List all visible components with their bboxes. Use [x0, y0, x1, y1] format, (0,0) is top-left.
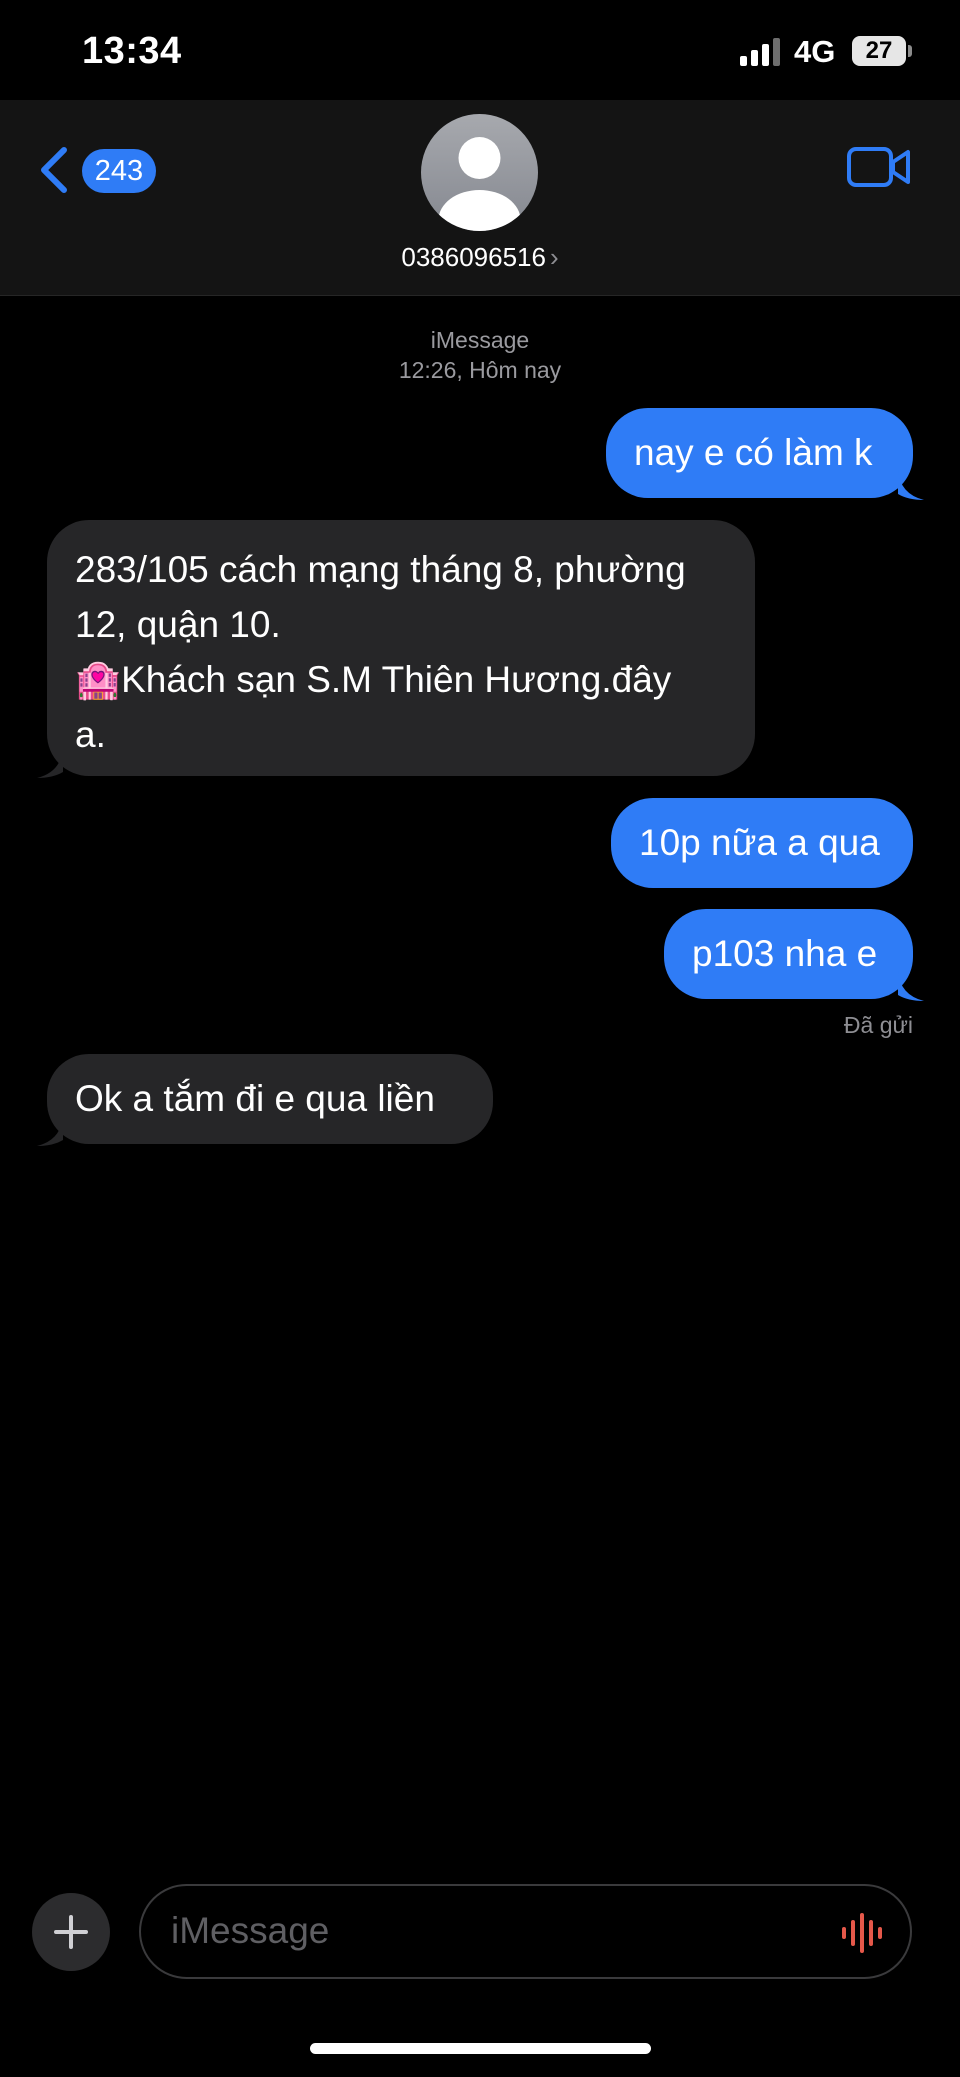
message-text: Khách sạn S.M Thiên Hương.đây [121, 659, 672, 700]
message-bubble-sent[interactable]: nay e có làm k [606, 408, 913, 498]
message-bubble-sent[interactable]: 10p nữa a qua [611, 798, 913, 888]
delivery-status: Đã gửi [843, 1012, 913, 1038]
status-time: 13:34 [82, 30, 182, 72]
thread-metadata: iMessage 12:26, Hôm nay [0, 325, 960, 385]
status-bar: 13:34 4G 27 [0, 0, 960, 100]
home-indicator[interactable] [310, 2043, 651, 2054]
back-button[interactable]: 243 [36, 140, 164, 200]
contact-number: 0386096516 [401, 242, 546, 272]
thread-timestamp: 12:26, Hôm nay [398, 357, 562, 383]
message-text: Ok a tắm đi e qua liền [75, 1078, 435, 1119]
conversation-header: 243 0386096516 › [0, 100, 960, 296]
message-line: a. [75, 714, 106, 755]
battery-cap [908, 45, 912, 57]
message-text: 10p nữa a qua [639, 822, 880, 863]
message-line: 12, quận 10. [75, 604, 281, 645]
apps-plus-button[interactable] [32, 1893, 110, 1971]
bubble-tail [37, 1116, 63, 1146]
unread-count-badge: 243 [82, 149, 156, 193]
input-placeholder: iMessage [171, 1910, 330, 1951]
message-text: p103 nha e [692, 933, 878, 974]
chevron-left-icon [41, 147, 67, 193]
message-line: 🏩Khách sạn S.M Thiên Hương.đây [75, 652, 755, 707]
battery-icon: 27 [852, 36, 906, 66]
plus-icon [54, 1915, 88, 1949]
message-line: 283/105 cách mạng tháng 8, phường [75, 549, 686, 590]
message-bubble-sent[interactable]: p103 nha e [664, 909, 913, 999]
bubble-tail [898, 971, 924, 1001]
chevron-right-icon: › [549, 242, 559, 272]
message-text: nay e có làm k [634, 432, 873, 473]
message-bubble-received[interactable]: 283/105 cách mạng tháng 8, phường 12, qu… [47, 520, 755, 776]
video-camera-icon [847, 147, 910, 187]
love-hotel-emoji: 🏩 [75, 659, 122, 700]
waveform-icon[interactable] [840, 1912, 884, 1954]
bubble-tail [898, 470, 924, 500]
bubble-tail [37, 748, 63, 778]
signal-icon [740, 38, 782, 66]
message-input[interactable]: iMessage [139, 1884, 912, 1979]
person-icon [438, 137, 521, 231]
network-type: 4G [794, 34, 836, 69]
message-bubble-received[interactable]: Ok a tắm đi e qua liền [47, 1054, 493, 1144]
avatar[interactable] [421, 114, 538, 231]
messages-screen: 13:34 4G 27 243 0386096516 › iMessage 12… [0, 0, 960, 2077]
service-label: iMessage [430, 327, 530, 353]
video-call-button[interactable] [846, 144, 912, 190]
contact-name[interactable]: 0386096516 › [0, 242, 960, 273]
